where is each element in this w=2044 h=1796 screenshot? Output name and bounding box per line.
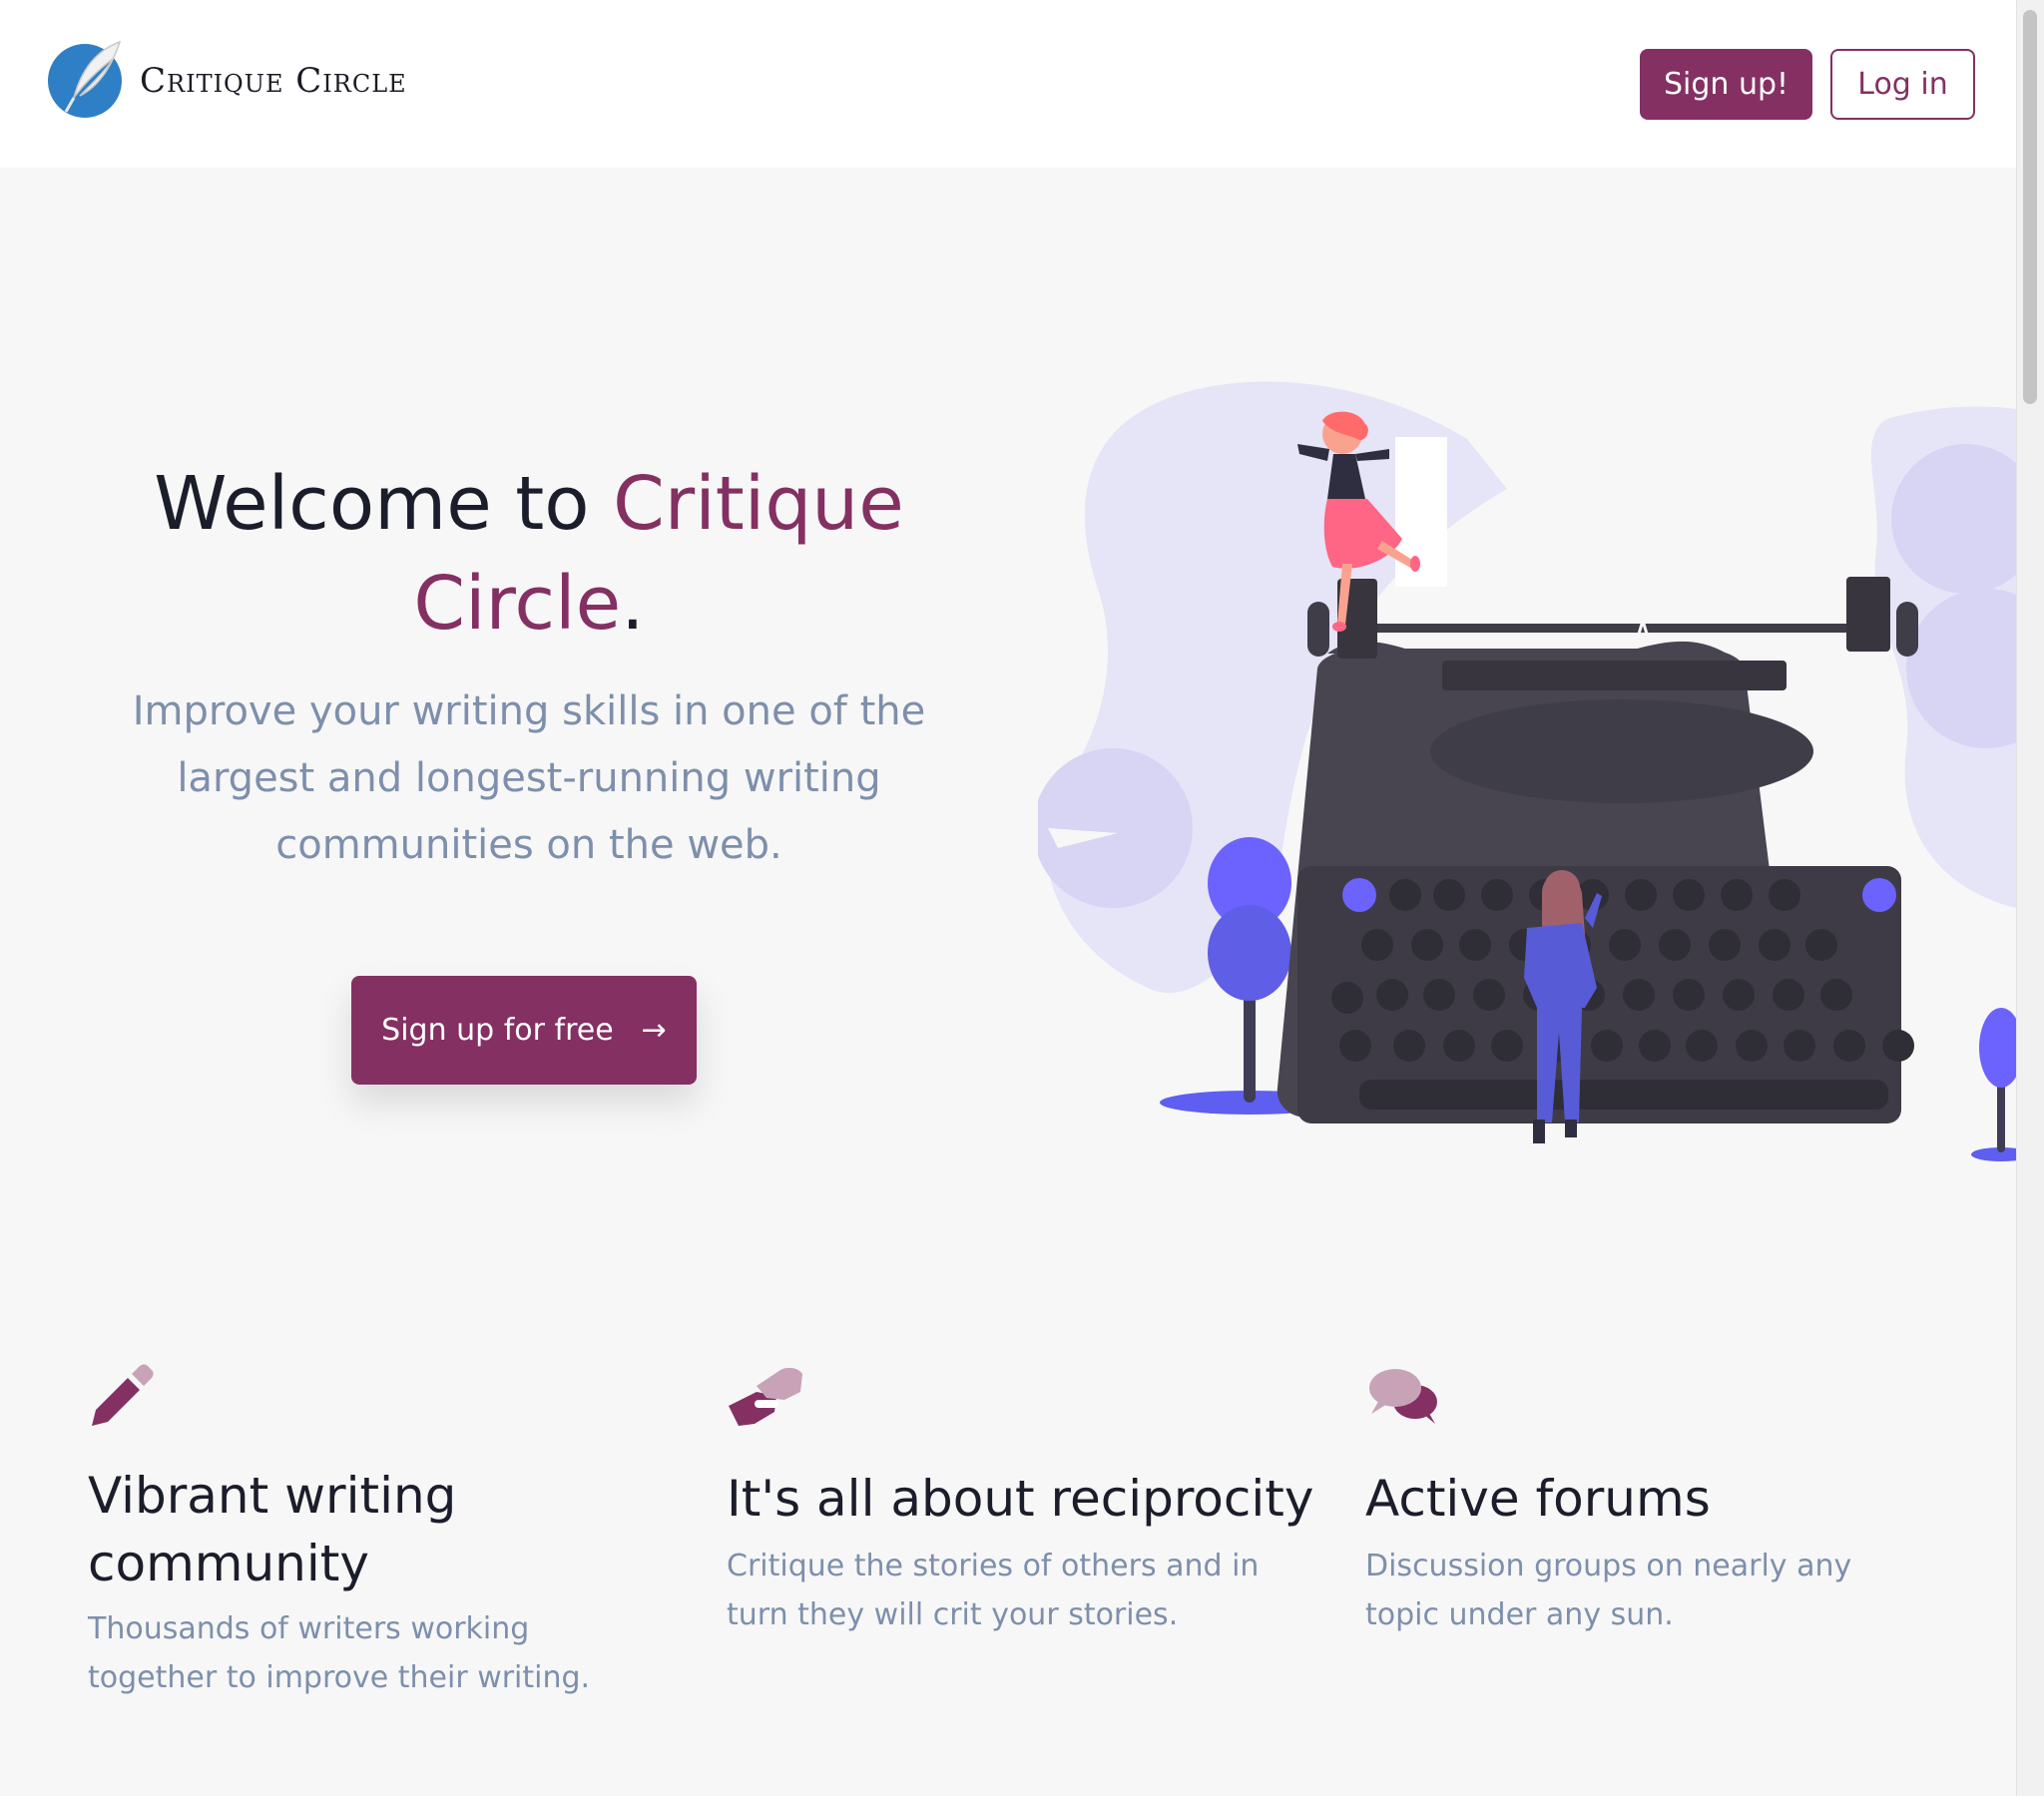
logo[interactable]: Critique Circle — [48, 40, 407, 118]
hero-title-plain: Welcome to — [154, 461, 614, 547]
quill-logo-icon — [48, 40, 122, 118]
handshake-icon — [729, 1367, 802, 1426]
feature-title: Vibrant writing community — [88, 1467, 457, 1592]
signup-free-label: Sign up for free — [381, 1013, 614, 1048]
vertical-scrollbar[interactable] — [2016, 0, 2044, 1796]
arrow-right-icon: → — [641, 1013, 667, 1048]
feature-title: It's all about reciprocity — [727, 1470, 1314, 1528]
feature-title: Active forums — [1365, 1470, 1711, 1528]
feature-community: Vibrant writing community Thousands of w… — [88, 1362, 647, 1695]
feature-text: Thousands of writers working together to… — [88, 1611, 591, 1695]
feature-forums: Active forums Discussion groups on nearl… — [1365, 1362, 1964, 1632]
signup-free-button[interactable]: Sign up for free → — [351, 976, 697, 1085]
login-button[interactable]: Log in — [1830, 49, 1975, 120]
signup-button[interactable]: Sign up! — [1640, 49, 1812, 120]
chat-bubbles-icon — [1369, 1369, 1437, 1424]
hero-title-end: . — [621, 561, 645, 647]
pen-icon — [92, 1364, 154, 1426]
feature-reciprocity: It's all about reciprocity Critique the … — [727, 1362, 1325, 1632]
site-header: Critique Circle Sign up! Log in — [0, 0, 2016, 168]
feature-text: Critique the stories of others and in tu… — [727, 1549, 1260, 1632]
typewriter-illustration — [1038, 381, 2016, 1161]
hero-title: Welcome to Critique Circle. — [130, 454, 928, 654]
hero-subtitle: Improve your writing skills in one of th… — [132, 688, 926, 868]
scrollbar-thumb[interactable] — [2023, 10, 2037, 404]
logo-text: Critique Circle — [140, 61, 407, 101]
feature-text: Discussion groups on nearly any topic un… — [1365, 1549, 1852, 1632]
